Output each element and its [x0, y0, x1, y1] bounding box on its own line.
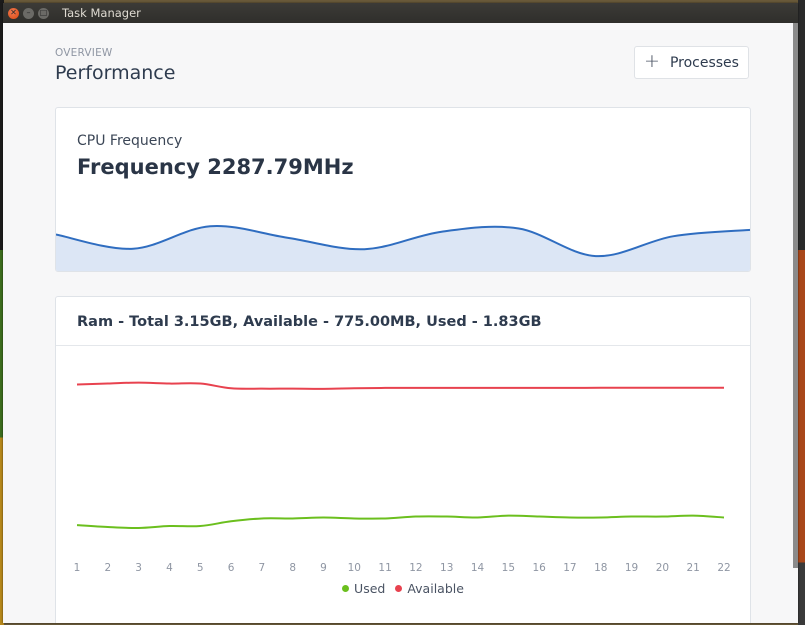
x-tick-label: 10 [348, 562, 361, 574]
x-tick-label: 5 [197, 562, 204, 574]
x-tick-label: 3 [135, 562, 142, 574]
x-tick-label: 14 [471, 562, 485, 574]
plus-icon: + [644, 50, 660, 72]
processes-button[interactable]: + Processes [634, 46, 749, 79]
x-tick-label: 16 [532, 562, 546, 574]
minimize-window-button[interactable]: – [23, 7, 34, 19]
x-tick-label: 13 [440, 562, 453, 574]
legend-label-available: Available [407, 581, 464, 596]
ram-title: Ram - Total 3.15GB, Available - 775.00MB… [77, 314, 542, 330]
legend-item-used[interactable]: Used [342, 581, 385, 596]
window-title: Task Manager [62, 6, 141, 20]
scrollbar[interactable] [793, 23, 798, 568]
x-tick-label: 21 [687, 562, 700, 574]
ram-card: Ram - Total 3.15GB, Available - 775.00MB… [55, 296, 751, 623]
available-legend-dot [395, 585, 403, 592]
x-tick-label: 9 [320, 562, 327, 574]
x-tick-label: 15 [502, 562, 515, 574]
x-tick-label: 12 [409, 562, 422, 574]
ram-usage-chart: 1 2 3 4 5 6 7 8 9 10 11 12 13 14 15 16 17 18 19 20 21 22 [74, 381, 731, 574]
cpu-frequency-area [56, 225, 750, 271]
page-title: Performance [55, 62, 176, 84]
cpu-frequency-label: CPU Frequency [77, 133, 183, 149]
x-tick-label: 11 [378, 562, 391, 574]
legend-item-available[interactable]: Available [395, 581, 464, 596]
cpu-frequency-chart [56, 224, 750, 271]
x-tick-label: 17 [563, 562, 576, 574]
task-manager-window: ✕ – □ Task Manager OVERVIEW Performance … [3, 3, 798, 623]
ram-card-header: Ram - Total 3.15GB, Available - 775.00MB… [56, 297, 750, 346]
x-tick-label: 8 [289, 562, 296, 574]
x-tick-label: 7 [259, 562, 266, 574]
processes-button-label: Processes [669, 54, 739, 71]
x-tick-label: 2 [104, 562, 111, 574]
overview-eyebrow: OVERVIEW [55, 47, 113, 59]
x-tick-label: 18 [594, 562, 607, 574]
ram-series-line-used [76, 514, 725, 529]
ram-chart-legend: Used Available [56, 581, 750, 596]
close-window-button[interactable]: ✕ [8, 7, 19, 19]
ram-series-line-available [76, 381, 724, 390]
x-tick-label: 22 [717, 562, 730, 574]
title-bar: ✕ – □ Task Manager [3, 3, 798, 23]
legend-label-used: Used [354, 581, 386, 596]
desktop-background-right [798, 0, 805, 625]
x-tick-label: 4 [166, 562, 173, 574]
x-tick-label: 19 [625, 562, 638, 574]
used-legend-dot [342, 585, 350, 592]
x-tick-label: 1 [74, 562, 81, 574]
x-tick-label: 6 [228, 562, 235, 574]
cpu-frequency-value: Frequency 2287.79MHz [77, 155, 354, 179]
cpu-frequency-card: CPU Frequency Frequency 2287.79MHz [55, 107, 751, 272]
x-tick-label: 20 [656, 562, 669, 574]
maximize-window-button[interactable]: □ [38, 7, 49, 19]
